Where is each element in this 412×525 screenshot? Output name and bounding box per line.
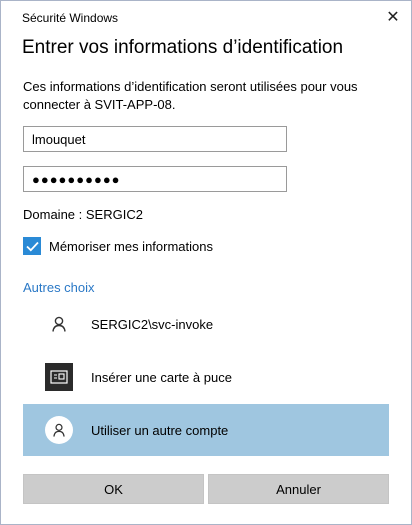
person-icon [45,416,73,444]
other-account-option-label: Utiliser un autre compte [91,422,229,438]
account-option-label: SERGIC2\svc-invoke [91,316,214,332]
title-bar: Sécurité Windows ✕ [1,1,411,31]
window-title: Sécurité Windows [22,11,119,25]
domain-label: Domaine : SERGIC2 [23,207,143,222]
password-field[interactable]: ●●●●●●●●●● [23,166,287,192]
close-icon: ✕ [386,9,400,26]
dialog-description: Ces informations d’identification seront… [23,79,358,112]
other-choices-link[interactable]: Autres choix [23,280,95,295]
checkmark-icon [25,241,39,251]
smartcard-option[interactable]: Insérer une carte à puce [23,351,389,403]
other-account-option[interactable]: Utiliser un autre compte [23,404,389,456]
remember-checkbox[interactable] [23,237,41,255]
cancel-button[interactable]: Annuler [208,474,389,504]
ok-button[interactable]: OK [23,474,204,504]
remember-label: Mémoriser mes informations [49,238,213,254]
close-button[interactable]: ✕ [375,5,411,29]
person-icon [45,310,73,338]
remember-checkbox-row[interactable]: Mémoriser mes informations [23,237,213,255]
account-option-svc-invoke[interactable]: SERGIC2\svc-invoke [23,298,389,350]
credential-dialog: Sécurité Windows ✕ Entrer vos informatio… [0,0,412,525]
password-value: ●●●●●●●●●● [32,171,121,187]
smartcard-icon [45,363,73,391]
username-field[interactable]: lmouquet [23,126,287,152]
dialog-heading: Entrer vos informations d’identification [22,37,344,58]
smartcard-option-label: Insérer une carte à puce [91,369,232,385]
username-value: lmouquet [32,131,86,147]
